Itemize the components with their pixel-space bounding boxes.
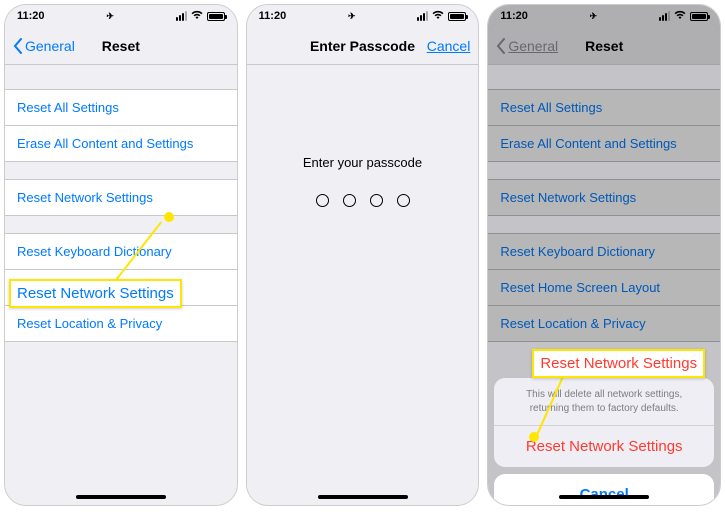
annotation-callout: Reset Network Settings	[9, 279, 182, 308]
back-button[interactable]: General	[13, 38, 75, 54]
wifi-icon	[191, 10, 203, 23]
back-button: General	[496, 38, 558, 54]
reset-network-settings: Reset Network Settings	[488, 179, 720, 216]
reset-all-settings[interactable]: Reset All Settings	[5, 89, 237, 126]
status-icons	[176, 10, 225, 23]
nav-title: Reset	[585, 38, 623, 54]
nav-title: Enter Passcode	[310, 38, 415, 54]
battery-icon	[448, 12, 466, 21]
passcode-dots[interactable]	[247, 194, 479, 207]
annotation-dot	[164, 212, 174, 222]
battery-icon	[690, 12, 708, 21]
reset-all-settings: Reset All Settings	[488, 89, 720, 126]
nav-bar: General Reset	[488, 27, 720, 65]
back-label: General	[25, 38, 75, 54]
status-time: 11:20	[17, 10, 45, 22]
status-icons	[417, 10, 466, 23]
action-sheet: This will delete all network settings, r…	[494, 378, 714, 506]
reset-network-settings[interactable]: Reset Network Settings	[5, 179, 237, 216]
nav-title: Reset	[102, 38, 140, 54]
phone-screen-1: 11:20 ✈ General Reset Reset All Settings…	[4, 4, 238, 506]
status-time: 11:20	[500, 10, 528, 22]
location-icon: ✈	[348, 11, 356, 22]
sheet-message: This will delete all network settings, r…	[494, 378, 714, 426]
wifi-icon	[432, 10, 444, 23]
annotation-callout: Reset Network Settings	[532, 349, 705, 378]
passcode-dot	[397, 194, 410, 207]
status-bar: 11:20 ✈	[5, 5, 237, 27]
status-time: 11:20	[259, 10, 287, 22]
home-indicator[interactable]	[559, 495, 649, 499]
location-icon: ✈	[106, 11, 114, 22]
location-icon: ✈	[590, 11, 598, 22]
sheet-cancel-button[interactable]: Cancel	[494, 474, 714, 506]
home-indicator[interactable]	[318, 495, 408, 499]
reset-keyboard-dictionary[interactable]: Reset Keyboard Dictionary	[5, 233, 237, 270]
erase-all-content: Erase All Content and Settings	[488, 125, 720, 162]
phone-screen-3: 11:20 ✈ General Reset Reset All Settings…	[487, 4, 721, 506]
passcode-dot	[316, 194, 329, 207]
phone-screen-2: 11:20 ✈ Enter Passcode Cancel Enter your…	[246, 4, 480, 506]
reset-location-privacy[interactable]: Reset Location & Privacy	[5, 305, 237, 342]
erase-all-content[interactable]: Erase All Content and Settings	[5, 125, 237, 162]
cancel-button[interactable]: Cancel	[427, 38, 471, 54]
status-bar: 11:20 ✈	[488, 5, 720, 27]
passcode-dot	[343, 194, 356, 207]
cellular-icon	[176, 11, 187, 21]
status-bar: 11:20 ✈	[247, 5, 479, 27]
chevron-left-icon	[13, 38, 23, 54]
passcode-content: Enter your passcode	[247, 155, 479, 506]
nav-bar: Enter Passcode Cancel	[247, 27, 479, 65]
reset-home-screen-layout: Reset Home Screen Layout	[488, 269, 720, 306]
wifi-icon	[674, 10, 686, 23]
status-icons	[659, 10, 708, 23]
chevron-left-icon	[496, 38, 506, 54]
settings-list: Reset All Settings Erase All Content and…	[488, 89, 720, 506]
back-label: General	[508, 38, 558, 54]
nav-bar: General Reset	[5, 27, 237, 65]
cellular-icon	[417, 11, 428, 21]
battery-icon	[207, 12, 225, 21]
passcode-prompt: Enter your passcode	[247, 155, 479, 170]
cellular-icon	[659, 11, 670, 21]
reset-keyboard-dictionary: Reset Keyboard Dictionary	[488, 233, 720, 270]
sheet-confirm-button[interactable]: Reset Network Settings	[494, 426, 714, 467]
reset-location-privacy: Reset Location & Privacy	[488, 305, 720, 342]
home-indicator[interactable]	[76, 495, 166, 499]
passcode-dot	[370, 194, 383, 207]
